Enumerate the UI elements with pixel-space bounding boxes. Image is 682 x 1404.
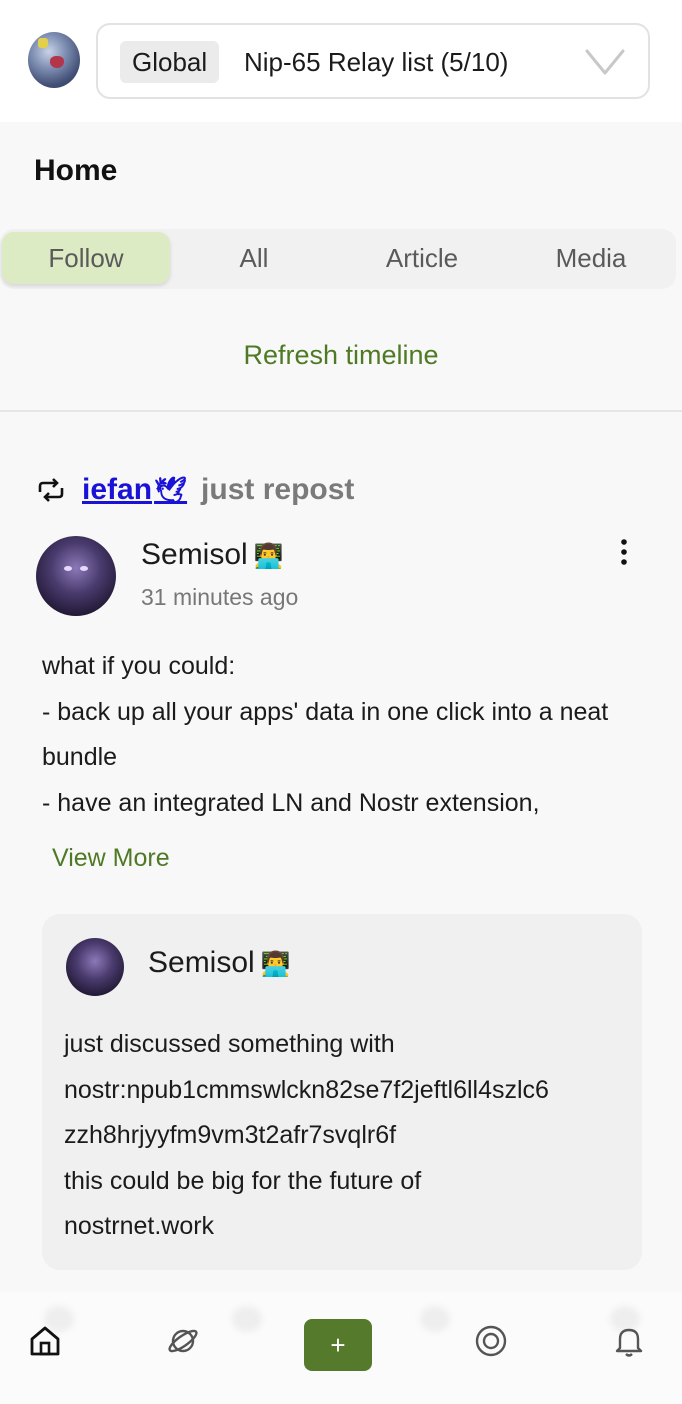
tab-article[interactable]: Article bbox=[338, 232, 506, 284]
technologist-icon: 👨‍💻 bbox=[260, 951, 291, 978]
repost-text: just repost bbox=[201, 473, 355, 506]
tab-media[interactable]: Media bbox=[507, 232, 675, 284]
repost-icon bbox=[38, 478, 64, 502]
view-more-button[interactable]: View More bbox=[52, 844, 170, 873]
user-avatar[interactable] bbox=[28, 32, 80, 88]
feed-tabs: Follow All Article Media bbox=[0, 229, 676, 289]
bottom-navigation: + bbox=[0, 1292, 682, 1404]
relay-scope-badge: Global bbox=[120, 41, 220, 83]
page-title: Home bbox=[34, 154, 118, 187]
target-icon[interactable] bbox=[474, 1324, 508, 1358]
planet-icon[interactable] bbox=[166, 1324, 200, 1358]
top-bar: Global Nip-65 Relay list (5/10) bbox=[0, 0, 682, 122]
blur-shadow bbox=[420, 1306, 450, 1332]
quoted-note[interactable]: Semisol 👨‍💻 just discussed something with… bbox=[42, 914, 642, 1270]
refresh-timeline-button[interactable]: Refresh timeline bbox=[0, 340, 682, 371]
quoted-note-body: just discussed something with nostr:npub… bbox=[64, 1030, 549, 1240]
repost-user-name: iefan bbox=[82, 473, 153, 506]
repost-line: iefan🕊 just repost bbox=[36, 470, 354, 510]
chevron-down-icon bbox=[585, 49, 625, 75]
compose-button[interactable]: + bbox=[304, 1319, 372, 1371]
post-author[interactable]: Semisol 👨‍💻 bbox=[141, 538, 284, 572]
bell-icon[interactable] bbox=[612, 1324, 646, 1358]
post-timestamp: 31 minutes ago bbox=[141, 584, 299, 610]
avatar-eye bbox=[80, 566, 88, 571]
quoted-author-avatar[interactable] bbox=[66, 938, 124, 996]
relay-list-label: Nip-65 Relay list (5/10) bbox=[244, 47, 509, 77]
avatar-eye bbox=[64, 566, 72, 571]
post-author-name: Semisol bbox=[141, 538, 248, 571]
dove-icon: 🕊 bbox=[154, 475, 188, 505]
tab-all[interactable]: All bbox=[170, 232, 338, 284]
avatar-mouth bbox=[50, 56, 64, 68]
divider bbox=[0, 410, 682, 412]
post-author-avatar[interactable] bbox=[36, 536, 116, 616]
blur-shadow bbox=[232, 1306, 262, 1332]
avatar-fleck bbox=[38, 38, 48, 48]
relay-selector[interactable]: Global Nip-65 Relay list (5/10) bbox=[96, 23, 650, 99]
quoted-author[interactable]: Semisol 👨‍💻 bbox=[148, 946, 291, 980]
repost-user-link[interactable]: iefan🕊 bbox=[82, 473, 187, 507]
tab-follow[interactable]: Follow bbox=[2, 232, 170, 284]
home-icon[interactable] bbox=[28, 1324, 62, 1358]
more-options-icon[interactable] bbox=[614, 538, 634, 566]
technologist-icon: 👨‍💻 bbox=[253, 543, 284, 570]
quoted-author-name: Semisol bbox=[148, 946, 255, 979]
post-body: what if you could: - back up all your ap… bbox=[42, 652, 609, 817]
